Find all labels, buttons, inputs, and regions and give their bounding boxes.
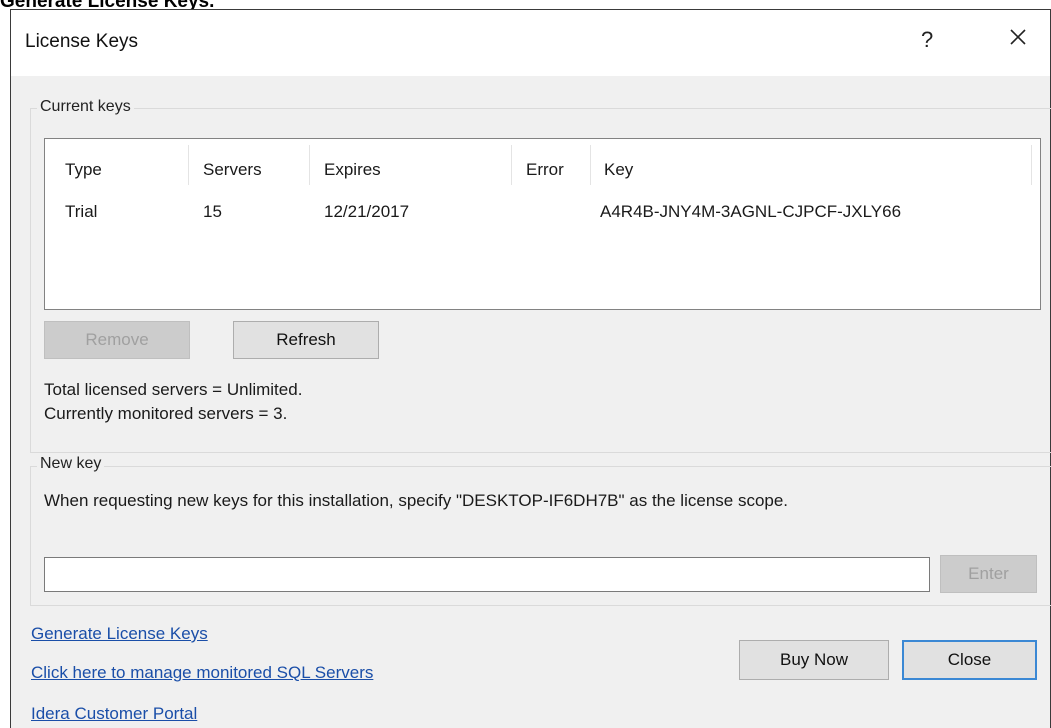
column-separator[interactable] xyxy=(511,145,512,185)
enter-button[interactable]: Enter xyxy=(940,555,1037,593)
generate-license-keys-link[interactable]: Generate License Keys xyxy=(31,624,208,644)
column-header-error[interactable]: Error xyxy=(526,160,564,180)
manage-sql-servers-link[interactable]: Click here to manage monitored SQL Serve… xyxy=(31,663,373,683)
dialog-title: License Keys xyxy=(25,31,139,52)
cell-servers: 15 xyxy=(203,202,222,221)
column-separator[interactable] xyxy=(309,145,310,185)
new-key-input[interactable] xyxy=(44,557,930,592)
column-header-expires[interactable]: Expires xyxy=(324,160,381,180)
cell-key: A4R4B-JNY4M-3AGNL-CJPCF-JXLY66 xyxy=(600,202,902,221)
buy-now-button[interactable]: Buy Now xyxy=(739,640,889,680)
license-scope-instructions: When requesting new keys for this instal… xyxy=(44,491,789,510)
help-button[interactable]: ? xyxy=(921,27,933,53)
remove-button[interactable]: Remove xyxy=(44,321,190,359)
current-keys-label: Current keys xyxy=(37,98,134,116)
close-button[interactable]: Close xyxy=(902,640,1037,680)
customer-portal-link[interactable]: Idera Customer Portal xyxy=(31,704,197,724)
total-licensed-servers: Total licensed servers = Unlimited. xyxy=(44,380,303,399)
close-icon[interactable] xyxy=(1005,24,1031,50)
new-key-label: New key xyxy=(37,455,105,473)
table-row[interactable]: Trial 15 12/21/2017 A4R4B-JNY4M-3AGNL-CJ… xyxy=(45,194,1040,228)
license-keys-list[interactable]: Type Servers Expires Error Key Trial 15 … xyxy=(44,138,1041,310)
currently-monitored-servers: Currently monitored servers = 3. xyxy=(44,404,288,423)
column-separator[interactable] xyxy=(590,145,591,185)
cell-type: Trial xyxy=(65,202,98,221)
column-header-servers[interactable]: Servers xyxy=(203,160,262,180)
column-separator[interactable] xyxy=(188,145,189,185)
column-header-type[interactable]: Type xyxy=(65,160,102,180)
refresh-button[interactable]: Refresh xyxy=(233,321,379,359)
title-bar: License Keys ? xyxy=(11,10,1050,76)
column-separator[interactable] xyxy=(1031,145,1032,185)
cell-expires: 12/21/2017 xyxy=(324,202,410,221)
column-header-key[interactable]: Key xyxy=(604,160,633,180)
license-keys-dialog: License Keys ? Current keys Type Servers… xyxy=(10,9,1051,728)
